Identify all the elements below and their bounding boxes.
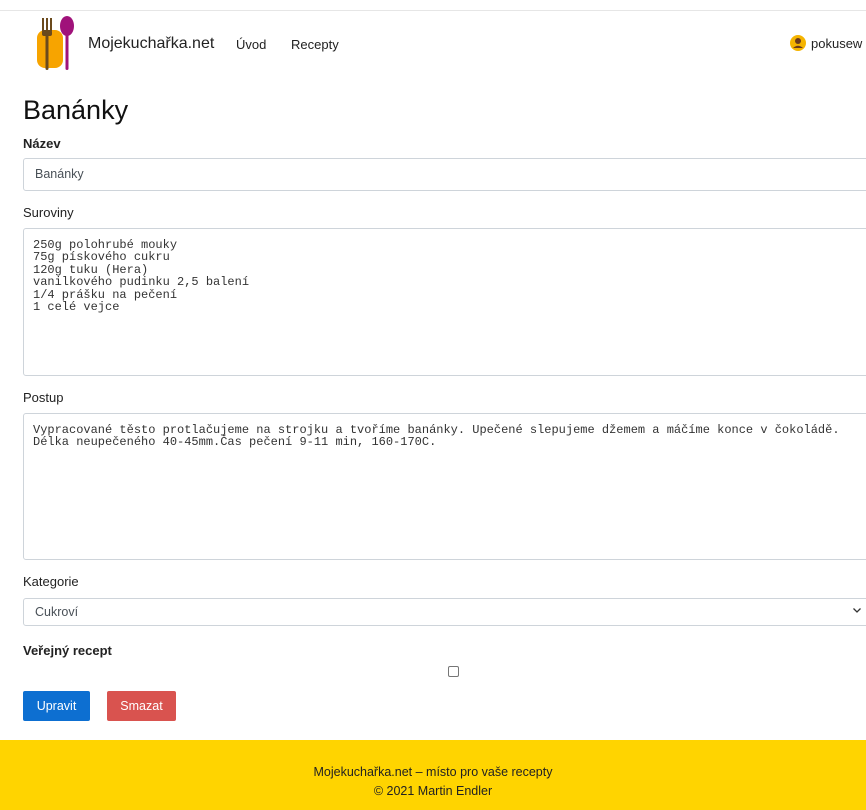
kategorie-label: Kategorie [23, 574, 79, 589]
kategorie-select[interactable]: Cukroví [23, 598, 866, 626]
verejny-checkbox[interactable] [448, 666, 459, 677]
chevron-down-icon [853, 608, 861, 613]
nazev-label: Název [23, 136, 61, 151]
brand-name[interactable]: Mojekuchařka.net [88, 35, 214, 53]
edit-button[interactable]: Upravit [23, 691, 90, 721]
user-menu[interactable]: pokusew [790, 35, 862, 51]
delete-button[interactable]: Smazat [107, 691, 176, 721]
postup-textarea[interactable]: Vypracované těsto protlačujeme na strojk… [23, 413, 866, 560]
nazev-input[interactable]: Banánky [23, 158, 866, 191]
top-divider [0, 10, 866, 11]
suroviny-textarea[interactable]: 250g polohrubé mouky 75g pískového cukru… [23, 228, 866, 376]
footer-tagline: Mojekuchařka.net – místo pro vaše recept… [313, 765, 553, 779]
user-avatar-icon [790, 35, 806, 51]
nav-link-recepty[interactable]: Recepty [291, 37, 339, 52]
footer: Mojekuchařka.net – místo pro vaše recept… [0, 740, 866, 810]
footer-copyright: © 2021 Martin Endler [373, 784, 493, 798]
nav-link-uvod[interactable]: Úvod [236, 37, 266, 52]
verejny-label: Veřejný recept [23, 643, 112, 658]
postup-label: Postup [23, 390, 64, 405]
page-title: Banánky [23, 95, 129, 125]
user-name: pokusew [811, 35, 863, 51]
suroviny-label: Suroviny [23, 205, 74, 220]
cutlery-logo-icon[interactable] [33, 16, 75, 72]
